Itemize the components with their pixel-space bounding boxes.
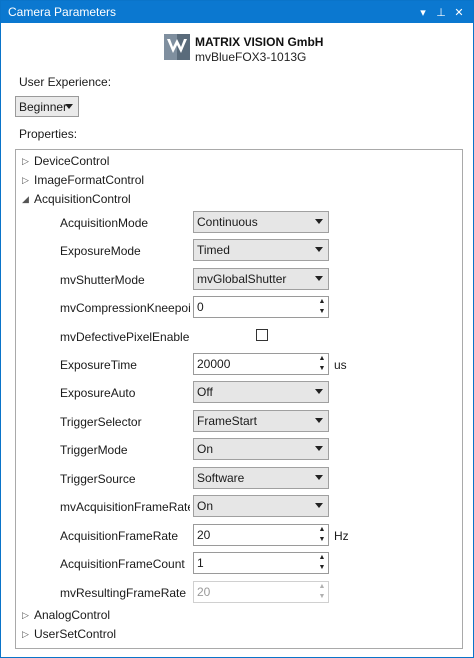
- spin-down-icon[interactable]: ▼: [319, 564, 326, 572]
- prop-label-acquisitionmode: AcquisitionMode: [60, 216, 149, 230]
- prop-label-triggerselector: TriggerSelector: [60, 415, 142, 429]
- collapse-triangle-icon[interactable]: ◢: [22, 194, 34, 205]
- prop-label-exposuretime: ExposureTime: [60, 358, 137, 372]
- spin-buttons: ▲ ▼: [317, 583, 327, 601]
- close-icon[interactable]: ✕: [451, 3, 467, 21]
- tree-node-devicecontrol[interactable]: ▷ DeviceControl: [22, 152, 109, 170]
- prop-label-triggersource: TriggerSource: [60, 472, 136, 486]
- acquisitionframecount-input[interactable]: 1 ▲ ▼: [193, 552, 329, 574]
- user-experience-select[interactable]: Beginner: [15, 96, 79, 117]
- user-experience-value: Beginner: [19, 99, 68, 114]
- tree-node-label: DeviceControl: [34, 154, 110, 168]
- chevron-down-icon: [315, 276, 323, 281]
- exposuremode-select[interactable]: Timed: [193, 239, 329, 261]
- spin-up-icon[interactable]: ▲: [319, 298, 326, 306]
- spin-up-icon: ▲: [318, 583, 326, 590]
- acquisitionmode-value: Continuous: [197, 215, 258, 229]
- acquisitionmode-select[interactable]: Continuous: [193, 211, 329, 233]
- acquisitionframerate-unit: Hz: [334, 529, 349, 543]
- spin-up-icon[interactable]: ▲: [319, 554, 326, 562]
- spin-up-icon[interactable]: ▲: [319, 526, 326, 534]
- prop-label-exposuremode: ExposureMode: [60, 244, 141, 258]
- exposureauto-select[interactable]: Off: [193, 381, 329, 403]
- spin-buttons[interactable]: ▲ ▼: [317, 526, 327, 544]
- tree-node-label: ImageFormatControl: [34, 173, 145, 187]
- tree-node-label: AcquisitionControl: [34, 192, 131, 206]
- triggersource-value: Software: [197, 471, 245, 485]
- expand-triangle-icon[interactable]: ▷: [22, 175, 34, 186]
- company-name: MATRIX VISION GmbH: [195, 35, 324, 49]
- prop-label-mvresultingframerate: mvResultingFrameRate: [60, 586, 187, 600]
- chevron-down-icon: [65, 104, 73, 109]
- mvdefectivepixelenable-checkbox[interactable]: [256, 329, 268, 341]
- prop-label-triggermode: TriggerMode: [60, 443, 128, 457]
- prop-label-mvcompressionkneepoint: mvCompressionKneepoint: [60, 301, 190, 315]
- dropdown-menu-icon[interactable]: ▾: [415, 3, 431, 21]
- device-header: MATRIX VISION GmbH mvBlueFOX3-1013G: [1, 31, 473, 67]
- expand-triangle-icon[interactable]: ▷: [22, 629, 34, 640]
- mvacquisitionframerateenable-value: On: [197, 499, 214, 513]
- chevron-down-icon: [315, 475, 323, 480]
- chevron-down-icon: [315, 389, 323, 394]
- triggermode-value: On: [197, 442, 214, 456]
- expand-triangle-icon[interactable]: ▷: [22, 610, 34, 621]
- user-experience-label: User Experience:: [19, 75, 112, 89]
- tree-node-label: UserSetControl: [34, 627, 117, 641]
- chevron-down-icon: [315, 446, 323, 451]
- properties-label: Properties:: [19, 127, 78, 141]
- matrix-vision-logo-icon: [164, 34, 190, 60]
- titlebar: Camera Parameters ▾ ⊥ ✕: [1, 1, 473, 23]
- tree-node-imageformatcontrol[interactable]: ▷ ImageFormatControl: [22, 171, 144, 189]
- exposuretime-value: 20000: [197, 357, 231, 371]
- spin-down-icon[interactable]: ▼: [319, 536, 326, 544]
- window-controls: ▾ ⊥ ✕: [413, 1, 467, 23]
- tree-node-analogcontrol[interactable]: ▷ AnalogControl: [22, 606, 110, 624]
- prop-label-mvacquisitionframerateenable: mvAcquisitionFrameRateEr: [60, 500, 190, 514]
- acquisitionframerate-value: 20: [197, 528, 211, 542]
- camera-parameters-window: Camera Parameters ▾ ⊥ ✕ MATRIX VISION Gm…: [0, 0, 474, 658]
- mvcompressionkneepoint-input[interactable]: 0 ▲ ▼: [193, 296, 329, 318]
- prop-label-mvdefectivepixelenable: mvDefectivePixelEnable: [60, 330, 190, 344]
- prop-label-exposureauto: ExposureAuto: [60, 386, 136, 400]
- exposuretime-input[interactable]: 20000 ▲ ▼: [193, 353, 329, 375]
- prop-label-acquisitionframecount: AcquisitionFrameCount: [60, 557, 185, 571]
- spin-buttons[interactable]: ▲ ▼: [317, 298, 327, 316]
- mvresultingframerate-value: 20: [197, 585, 211, 599]
- prop-label-acquisitionframerate: AcquisitionFrameRate: [60, 529, 179, 543]
- chevron-down-icon: [315, 503, 323, 508]
- triggerselector-value: FrameStart: [197, 414, 258, 428]
- chevron-down-icon: [315, 418, 323, 423]
- triggermode-select[interactable]: On: [193, 438, 329, 460]
- triggersource-select[interactable]: Software: [193, 467, 329, 489]
- mvacquisitionframerateenable-select[interactable]: On: [193, 495, 329, 517]
- spin-up-icon[interactable]: ▲: [319, 355, 326, 363]
- property-tree: ▷ DeviceControl ▷ ImageFormatControl ◢ A…: [15, 149, 463, 649]
- device-model: mvBlueFOX3-1013G: [195, 50, 307, 64]
- acquisitionframerate-input[interactable]: 20 ▲ ▼: [193, 524, 329, 546]
- exposuretime-unit: us: [334, 358, 347, 372]
- tree-node-acquisitioncontrol[interactable]: ◢ AcquisitionControl: [22, 190, 131, 208]
- spin-buttons[interactable]: ▲ ▼: [317, 554, 327, 572]
- exposuremode-value: Timed: [197, 243, 230, 257]
- mvshuttermode-select[interactable]: mvGlobalShutter: [193, 268, 329, 290]
- spin-down-icon: ▼: [318, 593, 326, 600]
- mvresultingframerate-input: 20 ▲ ▼: [193, 581, 329, 603]
- pin-icon[interactable]: ⊥: [433, 3, 449, 21]
- acquisitionframecount-value: 1: [197, 556, 204, 570]
- exposureauto-value: Off: [197, 385, 213, 399]
- prop-label-mvshuttermode: mvShutterMode: [60, 273, 145, 287]
- chevron-down-icon: [315, 247, 323, 252]
- spin-buttons[interactable]: ▲ ▼: [317, 355, 327, 373]
- expand-triangle-icon[interactable]: ▷: [22, 156, 34, 167]
- window-title: Camera Parameters: [8, 5, 117, 19]
- tree-node-usersetcontrol[interactable]: ▷ UserSetControl: [22, 625, 116, 643]
- mvcompressionkneepoint-value: 0: [197, 300, 204, 314]
- spin-down-icon[interactable]: ▼: [319, 308, 326, 316]
- mvshuttermode-value: mvGlobalShutter: [197, 272, 287, 286]
- chevron-down-icon: [315, 219, 323, 224]
- spin-down-icon[interactable]: ▼: [319, 365, 326, 373]
- tree-node-label: AnalogControl: [34, 608, 111, 622]
- triggerselector-select[interactable]: FrameStart: [193, 410, 329, 432]
